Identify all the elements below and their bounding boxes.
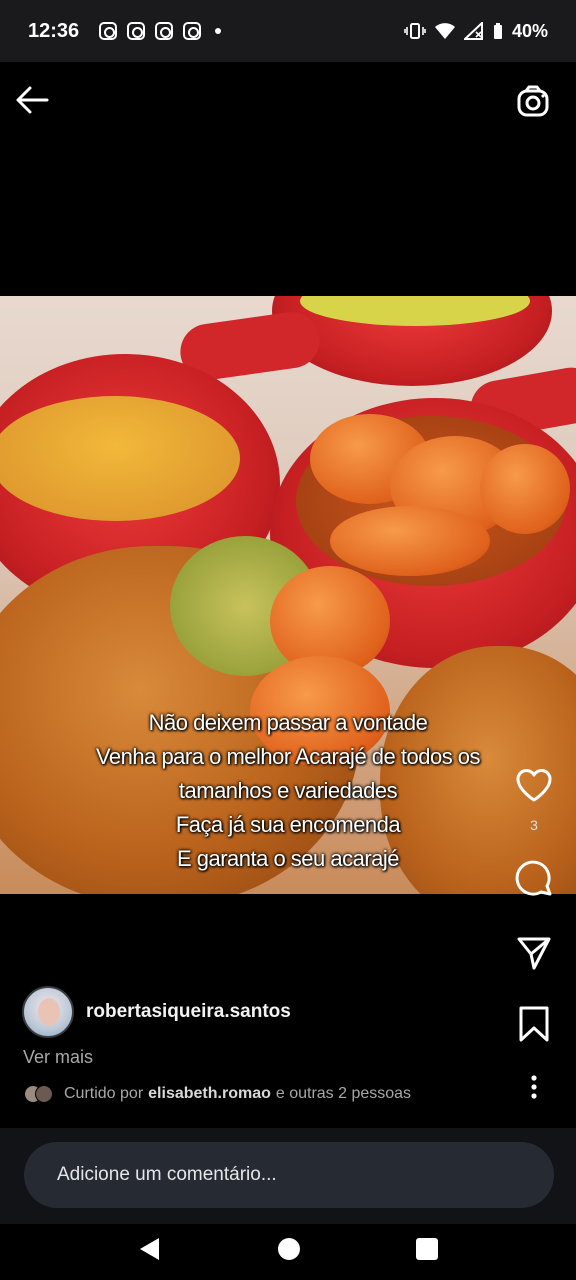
like-count: 3 (530, 817, 538, 833)
liked-by-avatars (24, 1084, 54, 1104)
save-button[interactable] (514, 1004, 554, 1048)
battery-icon (493, 23, 502, 39)
liked-by-prefix: Curtido por (64, 1085, 144, 1102)
like-button[interactable] (514, 766, 554, 806)
liked-by-suffix: e outras 2 pessoas (275, 1085, 412, 1102)
instagram-icon (155, 22, 174, 40)
more-notifications-dot (215, 28, 222, 34)
liked-by[interactable]: Curtido por elisabeth.romao e outras 2 p… (24, 1084, 411, 1104)
shrimp (330, 506, 490, 576)
liked-by-username[interactable]: elisabeth.romao (148, 1085, 271, 1103)
see-more-link[interactable]: Ver mais (23, 1047, 93, 1068)
comment-bar: Adicione um comentário... (0, 1128, 576, 1224)
comment-input[interactable]: Adicione um comentário... (24, 1142, 554, 1208)
caption-line: Faça já sua encomenda (175, 812, 401, 837)
signal-icon (463, 22, 483, 40)
nav-recents-icon[interactable] (416, 1238, 438, 1260)
back-button[interactable] (14, 84, 54, 120)
notification-icons (99, 22, 222, 40)
instagram-icon (183, 22, 202, 40)
share-button[interactable] (514, 934, 554, 974)
battery-percent: 40% (511, 20, 548, 41)
bookmark-icon (519, 1006, 549, 1042)
instagram-icon (99, 22, 118, 40)
shrimp (480, 444, 570, 534)
vibrate-icon (404, 23, 426, 39)
system-nav-bar (0, 1224, 576, 1280)
bowl-left-filling (0, 396, 240, 521)
nav-back-icon[interactable] (138, 1236, 162, 1262)
avatar (35, 1085, 53, 1103)
nav-home-icon[interactable] (278, 1238, 300, 1260)
system-icons: 40% (404, 21, 548, 42)
status-bar: 12:36 40% (0, 0, 576, 62)
avatar[interactable] (22, 986, 74, 1038)
more-options-button[interactable] (514, 1074, 554, 1102)
arrow-left-icon (16, 86, 49, 114)
caption-line: Venha para o melhor Acarajé de todos os (95, 744, 481, 769)
post-image[interactable]: Não deixem passar a vontade Venha para o… (0, 296, 576, 894)
top-bar (0, 62, 576, 142)
comment-icon (515, 860, 552, 896)
image-caption: Não deixem passar a vontade Venha para o… (0, 706, 576, 876)
caption-line: Não deixem passar a vontade (148, 710, 428, 735)
author-username[interactable]: robertasiqueira.santos (86, 1001, 291, 1023)
caption-line: tamanhos e variedades (178, 778, 398, 803)
heart-icon (516, 769, 552, 802)
camera-icon (517, 85, 549, 117)
wifi-icon (434, 23, 455, 39)
send-icon (517, 937, 551, 970)
more-vertical-icon (531, 1075, 537, 1099)
comment-button[interactable] (514, 860, 554, 902)
caption-line: E garanta o seu acarajé (176, 846, 400, 871)
post-author[interactable]: robertasiqueira.santos (22, 986, 291, 1038)
instagram-icon (127, 22, 146, 40)
camera-button[interactable] (516, 84, 552, 120)
status-time: 12:36 (28, 19, 80, 42)
